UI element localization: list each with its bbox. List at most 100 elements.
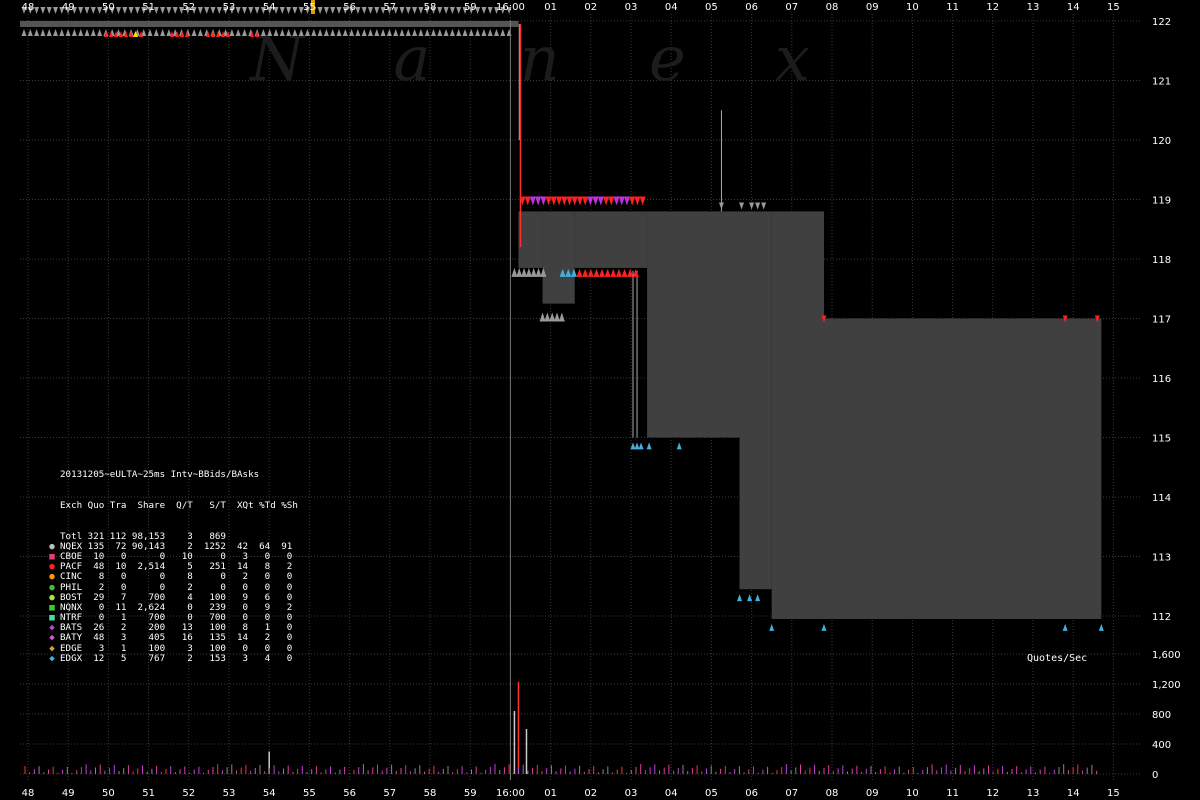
x-tick-label: 11 [946,2,959,13]
y-tick-label: 113 [1152,553,1171,564]
ask-marker [566,196,573,206]
nqex-ask-marker [46,6,52,14]
stats-columns: Exch Quo Tra Share Q/T S/T XQt %Td %Sh [60,500,298,511]
nqex-ask-marker [443,6,449,14]
nqex-ask-marker [34,6,40,14]
bid-marker [558,312,565,322]
ask-marker [613,196,620,206]
bid-marker [610,268,617,277]
ask-marker [718,202,724,210]
ask-marker [592,196,599,206]
ask-marker [749,202,755,210]
x-tick-label: 03 [625,2,638,13]
y-axis-volume: 1,600 1,200 800 400 0 [1152,650,1181,781]
price-chart: Nanex 48 49 50 51 52 53 54 55 56 57 58 59 16:00 01 02 0… [20,0,1181,799]
x-tick-label: 08 [826,2,839,13]
nqex-bid-marker [59,28,65,36]
nqex-bid-marker [46,28,52,36]
x-tick-label: 51 [142,2,155,13]
x-tick-label: 57 [383,788,396,799]
x-tick-label: 05 [705,2,718,13]
nqex-ask-marker [216,6,222,14]
nqex-ask-marker [449,6,455,14]
nqex-bid-marker [449,28,455,36]
bid-marker [634,442,640,450]
x-tick-label: 58 [424,788,437,799]
nqex-bid-marker [235,28,241,36]
y-tick-label: 116 [1152,374,1171,385]
x-tick-label: 58 [424,2,437,13]
nqex-ask-marker [437,6,443,14]
ask-marker [524,196,531,206]
bid-marker [516,267,523,277]
nqex-ask-marker [172,6,178,14]
x-tick-label: 09 [866,788,879,799]
x-tick-label: 07 [785,2,798,13]
nbbo-spread-block [823,318,1102,619]
x-tick-label: 54 [263,2,276,13]
nqex-ask-marker [248,6,254,14]
ask-marker [545,196,552,206]
nqex-bid-marker [84,28,90,36]
x-tick-label: 09 [866,2,879,13]
ask-marker [603,196,610,206]
nqex-bid-marker [456,28,462,36]
bid-marker [511,267,518,277]
stats-header: 20131205~eULTA~25ms Intv~BBids/BAsks [60,469,260,481]
bid-marker [821,623,827,631]
x-tick-label: 53 [223,2,236,13]
nqex-ask-marker [53,6,58,14]
y-axis-price: 122 121 120 119 118 117 116 115 114 113 112 [1152,17,1171,623]
ask-marker [550,196,557,206]
ask-marker [556,196,563,206]
bid-marker [587,268,594,277]
x-tick-label: 50 [102,788,115,799]
x-tick-label: 02 [584,788,597,799]
nqex-bid-marker [317,28,323,36]
nqex-bid-marker [380,28,386,36]
bid-marker [549,312,556,322]
ask-marker [540,196,547,206]
nqex-ask-marker [134,6,140,14]
bid-marker [593,268,600,277]
bid-marker [1098,623,1104,631]
stats-row-text: EDGX 12 5 767 2 153 3 4 0 [60,652,293,664]
nqex-bid-marker [242,28,247,36]
nqex-bid-marker [355,28,361,36]
nqex-ask-marker [40,6,46,14]
y-tick-label: 118 [1152,255,1171,266]
bid-marker [638,442,644,450]
nqex-ask-marker [204,6,210,14]
ask-marker [608,196,615,206]
x-tick-label: 12 [986,2,999,13]
ask-marker [535,196,542,206]
nbbo-spread-block [574,211,648,268]
bid-marker [544,312,551,322]
x-tick-label: 14 [1067,2,1080,13]
bid-marker [539,312,546,322]
x-tick-label: 04 [665,2,678,13]
x-tick-label: 03 [625,788,638,799]
volume-axis-label: Quotes/Sec [1027,653,1088,664]
nqex-bid-marker [311,28,317,36]
bid-marker [576,268,583,277]
nqex-bid-marker [21,28,27,36]
nqex-bid-marker [368,28,373,36]
ask-marker [623,196,630,206]
bid-marker [676,442,682,450]
ask-marker [587,196,594,206]
nqex-bid-marker [191,28,197,36]
ask-marker [634,196,641,206]
bid-marker [582,268,589,277]
nqex-bid-marker [500,28,506,36]
bid-marker [530,267,537,277]
nqex-ask-marker [323,6,329,14]
nqex-bid-marker [27,28,33,36]
x-tick-label: 57 [383,2,396,13]
nbbo-spread-block [542,211,575,304]
bid-marker [1062,623,1068,631]
nqex-bid-marker [34,28,40,36]
x-tick-label: 50 [102,2,115,13]
nqex-ask-marker [361,6,367,14]
x-tick-label: 55 [303,788,316,799]
